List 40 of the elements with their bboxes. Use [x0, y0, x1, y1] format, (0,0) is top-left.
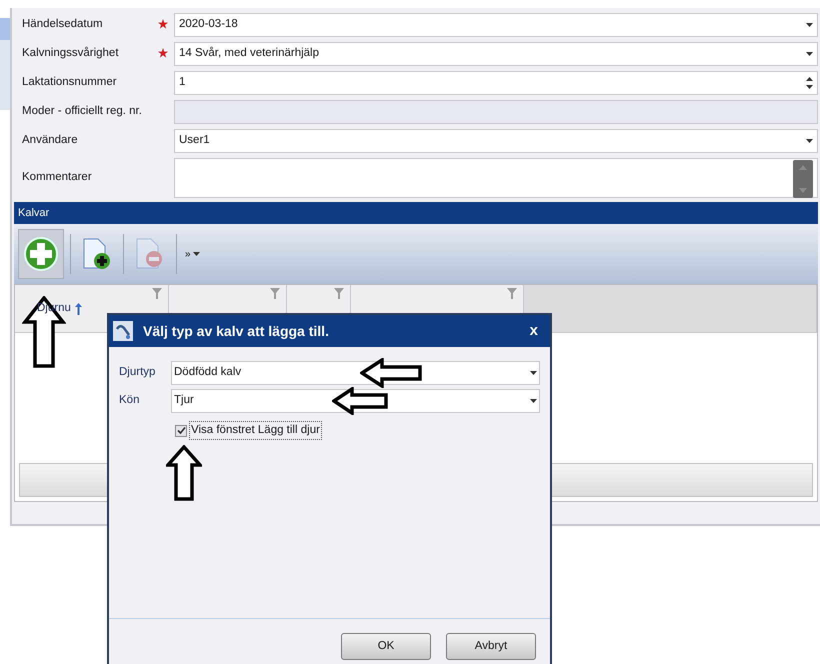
dialog-button[interactable]: Avbryt — [446, 633, 536, 660]
checkbox-label: Visa fönstret Lägg till djur — [189, 421, 322, 440]
filter-icon[interactable] — [507, 288, 517, 299]
left-arrow-icon — [360, 358, 422, 388]
close-button[interactable]: x — [522, 320, 546, 342]
field-label: Djurtyp — [119, 365, 156, 380]
input-field[interactable] — [174, 158, 818, 198]
spinner-arrows-icon — [806, 76, 813, 90]
dropdown-caret-icon — [530, 371, 537, 375]
document-plus-icon — [81, 237, 113, 271]
left-arrow-icon — [332, 387, 388, 415]
wrench-icon — [113, 321, 133, 341]
dropdown-caret-icon — [530, 399, 537, 403]
checkbox[interactable] — [175, 424, 187, 437]
input-field[interactable]: User1 — [174, 129, 818, 153]
field-label: Kön — [119, 393, 140, 408]
up-arrow-icon — [166, 445, 202, 501]
field-label: Kommentarer — [22, 170, 93, 186]
field-label: Användare — [22, 133, 79, 148]
dropdown-caret-icon — [806, 52, 813, 56]
dialog-button[interactable]: OK — [341, 633, 431, 660]
filter-icon[interactable] — [152, 288, 162, 299]
input-field[interactable]: 1 — [174, 71, 818, 95]
input-field[interactable]: 2020-03-18 — [174, 13, 818, 37]
dropdown-field[interactable]: Tjur — [171, 389, 540, 413]
filter-icon[interactable] — [334, 288, 344, 299]
overflow-button[interactable]: » — [183, 229, 202, 279]
add-button[interactable] — [18, 229, 64, 279]
field-label: Kalvningssvårighet — [22, 46, 120, 62]
panel-header: Kalvar — [14, 202, 818, 224]
field-label: Laktationsnummer — [22, 75, 118, 90]
field-label: Moder - officiellt reg. nr. — [22, 104, 143, 120]
dropdown-caret-icon — [192, 252, 200, 256]
dropdown-caret-icon — [806, 23, 813, 27]
input-field[interactable]: 14 Svår, med veterinärhjälp — [174, 42, 818, 66]
scrollbar-icon[interactable] — [793, 160, 813, 198]
field-label: Händelsedatum — [22, 17, 104, 32]
dropdown-caret-icon — [806, 139, 813, 143]
filter-icon[interactable] — [270, 288, 280, 299]
plus-icon — [23, 236, 59, 272]
